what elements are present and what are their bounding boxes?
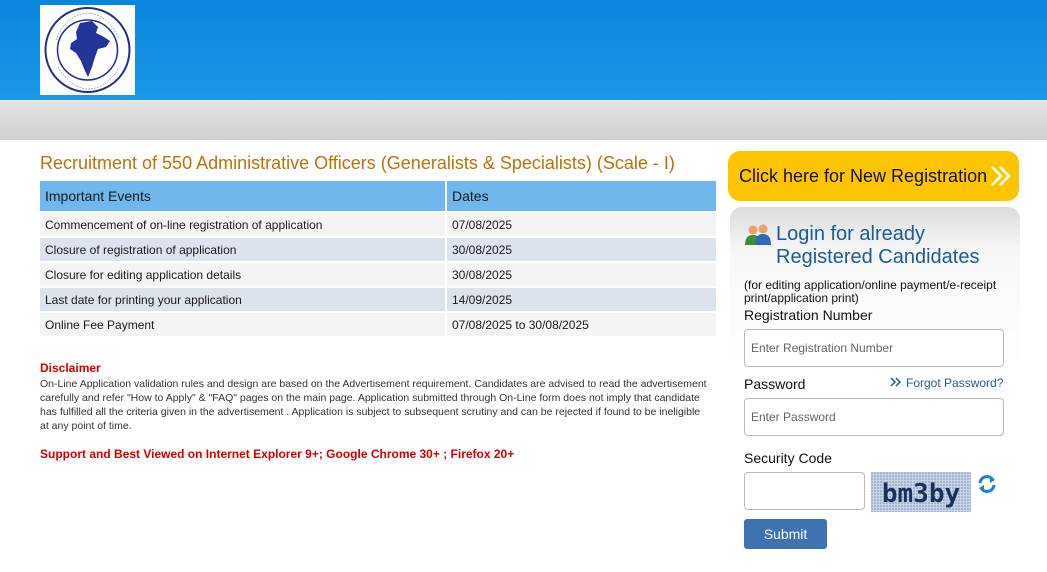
disclaimer-text: On-Line Application validation rules and… xyxy=(40,378,707,432)
browser-support-note: Support and Best Viewed on Internet Expl… xyxy=(40,447,515,461)
table-row: Last date for printing your application … xyxy=(40,288,716,311)
table-row: Closure of registration of application 3… xyxy=(40,238,716,261)
submit-button[interactable]: Submit xyxy=(744,519,827,549)
login-title: Login for already Registered Candidates xyxy=(776,223,979,269)
table-header-row: Important Events Dates xyxy=(40,181,716,211)
table-row: Closure for editing application details … xyxy=(40,263,716,286)
captcha-text: bm3by xyxy=(882,479,960,509)
event-cell: Online Fee Payment xyxy=(40,313,445,336)
column-header-events: Important Events xyxy=(40,181,445,211)
captcha-image: bm3by xyxy=(871,472,971,512)
date-cell: 30/08/2025 xyxy=(447,238,716,261)
date-cell: 30/08/2025 xyxy=(447,263,716,286)
double-chevron-right-icon xyxy=(989,164,1013,193)
table-row: Online Fee Payment 07/08/2025 to 30/08/2… xyxy=(40,313,716,336)
registration-number-label: Registration Number xyxy=(744,307,873,323)
important-events-table: Important Events Dates Commencement of o… xyxy=(38,179,718,338)
security-code-label: Security Code xyxy=(744,450,832,466)
new-registration-button[interactable]: Click here for New Registration xyxy=(728,151,1019,201)
forgot-password-label: Forgot Password? xyxy=(906,376,1004,390)
double-chevron-right-icon xyxy=(890,376,902,390)
login-title-line2: Registered Candidates xyxy=(776,246,980,268)
login-panel: Login for already Registered Candidates … xyxy=(730,207,1020,549)
event-cell: Last date for printing your application xyxy=(40,288,445,311)
users-icon xyxy=(744,223,772,254)
password-input[interactable] xyxy=(744,398,1004,436)
login-note: (for editing application/online payment/… xyxy=(744,278,997,305)
registration-number-input[interactable] xyxy=(744,329,1004,367)
nav-bar xyxy=(0,100,1047,140)
security-code-input[interactable] xyxy=(744,472,865,510)
date-cell: 07/08/2025 xyxy=(447,213,716,236)
login-title-line1: Login for already xyxy=(776,223,925,245)
event-cell: Closure for editing application details xyxy=(40,263,445,286)
company-logo xyxy=(40,5,135,95)
password-label: Password xyxy=(744,376,806,392)
event-cell: Commencement of on-line registration of … xyxy=(40,213,445,236)
event-cell: Closure of registration of application xyxy=(40,238,445,261)
table-row: Commencement of on-line registration of … xyxy=(40,213,716,236)
site-header xyxy=(0,0,1047,100)
page-title: Recruitment of 550 Administrative Office… xyxy=(40,153,675,173)
date-cell: 07/08/2025 to 30/08/2025 xyxy=(447,313,716,336)
refresh-captcha-icon[interactable] xyxy=(976,473,998,500)
forgot-password-link[interactable]: Forgot Password? xyxy=(890,376,1003,390)
date-cell: 14/09/2025 xyxy=(447,288,716,311)
disclaimer-title: Disclaimer xyxy=(40,361,101,375)
column-header-dates: Dates xyxy=(447,181,716,211)
new-registration-label: Click here for New Registration xyxy=(739,165,988,186)
